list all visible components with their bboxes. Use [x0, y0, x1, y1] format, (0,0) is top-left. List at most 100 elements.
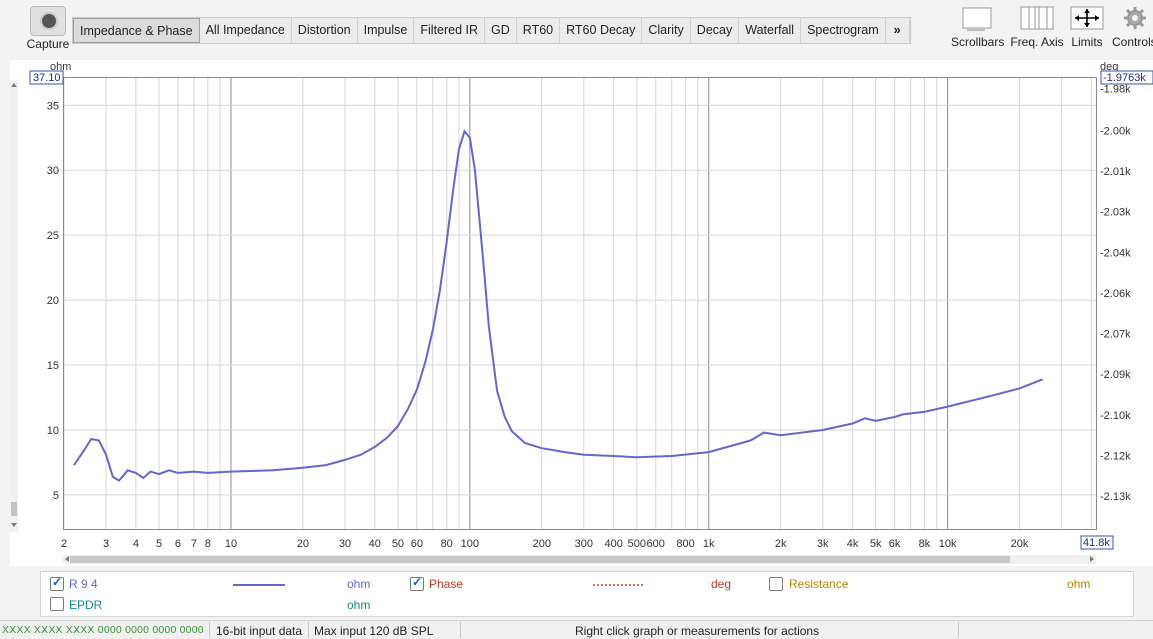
epdr-label[interactable]: EPDR	[69, 598, 102, 612]
hint-status: Right click graph or measurements for ac…	[575, 624, 820, 638]
tab-rt60[interactable]: RT60	[517, 18, 561, 43]
y2-tick-label: -2.13k	[1100, 491, 1131, 503]
x-tick-label: 60	[411, 538, 423, 550]
y2-tick-label: -1.98k	[1100, 83, 1131, 95]
x-tick-label: 3	[103, 538, 109, 550]
freq-axis-icon	[1020, 6, 1054, 30]
tab-waterfall[interactable]: Waterfall	[739, 18, 802, 43]
x-tick-label: 200	[533, 538, 551, 550]
x-tick-label: 8	[205, 538, 211, 550]
x-tick-label: 5	[156, 538, 162, 550]
x-tick-label: 5k	[870, 538, 882, 550]
x-tick-label: 600	[647, 538, 665, 550]
gear-icon	[1124, 7, 1146, 29]
tab-spectrogram[interactable]: Spectrogram	[801, 18, 886, 43]
limits-label: Limits	[1071, 35, 1103, 49]
r94-unit: ohm	[347, 577, 371, 591]
x-tick-label: 6	[175, 538, 181, 550]
tab-rt60-decay[interactable]: RT60 Decay	[560, 18, 643, 43]
more-tabs-button[interactable]: »	[886, 18, 910, 43]
tab-all-impedance[interactable]: All Impedance	[200, 18, 292, 43]
y2-tick-label: -2.12k	[1100, 450, 1131, 462]
r94-label[interactable]: R 9 4	[69, 577, 98, 591]
max-input-status: Max input 120 dB SPL	[314, 624, 434, 638]
y2-tick-label: -2.04k	[1100, 247, 1131, 259]
x-tick-label: 2	[61, 538, 67, 550]
scrollbars-icon	[962, 7, 992, 31]
phase-swatch	[593, 584, 645, 586]
freq-axis-button[interactable]: Freq. Axis	[1009, 6, 1065, 49]
x-tick-label: 800	[676, 538, 694, 550]
x-tick-label: 100	[461, 538, 479, 550]
freq-axis-label: Freq. Axis	[1010, 35, 1064, 49]
phase-label[interactable]: Phase	[429, 577, 463, 591]
y2-tick-label: -2.09k	[1100, 369, 1131, 381]
y2-tick-label: -2.10k	[1100, 410, 1131, 422]
left-top-limit-value: 37.10	[33, 72, 61, 84]
tab-impulse[interactable]: Impulse	[358, 18, 415, 43]
x-tick-label: 7	[191, 538, 197, 550]
x-tick-label: 20	[297, 538, 309, 550]
x-tick-label: 50	[392, 538, 404, 550]
x-tick-label: 4k	[847, 538, 859, 550]
x-tick-label: 1k	[703, 538, 715, 550]
tab-gd[interactable]: GD	[485, 18, 517, 43]
y2-tick-label: -2.00k	[1100, 125, 1131, 137]
x-tick-label: 40	[369, 538, 381, 550]
y-tick-label: 35	[47, 100, 59, 112]
y2-tick-label: -2.01k	[1100, 166, 1131, 178]
resistance-label[interactable]: Resistance	[789, 577, 848, 591]
x-tick-label: 80	[441, 538, 453, 550]
resistance-unit: ohm	[1067, 577, 1091, 591]
impedance-phase-chart[interactable]: 3530252015105 -1.98k-2.00k-2.01k-2.03k-2…	[10, 60, 1153, 566]
tab-impedance-phase[interactable]: Impedance & Phase	[73, 18, 200, 43]
x-tick-label: 3k	[817, 538, 829, 550]
limits-icon	[1070, 6, 1104, 30]
impedance-series-line	[73, 129, 1044, 482]
r94-checkbox[interactable]	[50, 575, 64, 591]
measurement-legend: R 9 4 ohm Phase deg Resistance ohm EPDR …	[40, 571, 1134, 617]
y-tick-label: 20	[47, 295, 59, 307]
tab-distortion[interactable]: Distortion	[292, 18, 358, 43]
scrollbars-button[interactable]: Scrollbars	[951, 6, 1005, 49]
input-bits-status: 16-bit input data	[216, 624, 303, 638]
tab-decay[interactable]: Decay	[691, 18, 740, 43]
x-tick-label: 300	[575, 538, 593, 550]
vertical-scrollbar[interactable]	[10, 80, 18, 532]
scrollbars-label: Scrollbars	[951, 35, 1005, 49]
x-tick-label: 10k	[939, 538, 957, 550]
controls-button[interactable]: Controls	[1112, 6, 1153, 49]
x-tick-label: 30	[339, 538, 351, 550]
epdr-checkbox[interactable]	[50, 597, 64, 611]
graph-panel[interactable]: 35 30 25 20 15 10 5 -1.98k -2.00k -2.01k -2.03k -2…	[10, 60, 1153, 566]
phase-checkbox[interactable]	[410, 575, 424, 591]
capture-label: Capture	[26, 37, 70, 51]
tab-clarity[interactable]: Clarity	[642, 18, 691, 43]
resistance-checkbox[interactable]	[769, 577, 783, 591]
y2-tick-label: -2.07k	[1100, 329, 1131, 341]
input-level-meters: XXXX XXXX XXXX 0000 0000 0000 0000	[2, 624, 204, 636]
r94-swatch	[233, 584, 285, 586]
y2-tick-label: -2.03k	[1100, 207, 1131, 219]
x-right-limit-value: 41.8k	[1083, 537, 1110, 549]
plot-border	[63, 77, 1097, 530]
x-tick-label: 2k	[775, 538, 787, 550]
x-tick-label: 500	[628, 538, 646, 550]
horizontal-scrollbar[interactable]	[63, 555, 1096, 564]
phase-unit: deg	[711, 577, 732, 591]
limits-button[interactable]: Limits	[1068, 6, 1106, 49]
right-top-limit-value: -1.9763k	[1103, 72, 1146, 84]
y-tick-label: 5	[53, 490, 59, 502]
y-tick-label: 30	[47, 165, 59, 177]
y-tick-label: 15	[47, 360, 59, 372]
tab-filtered-ir[interactable]: Filtered IR	[414, 18, 486, 43]
tab-bar: Impedance & Phase All Impedance Distorti…	[72, 17, 911, 44]
x-tick-label: 20k	[1011, 538, 1029, 550]
x-tick-label: 4	[133, 538, 139, 550]
y-tick-label: 25	[47, 230, 59, 242]
capture-button[interactable]: Capture	[22, 6, 74, 51]
toolbar: Capture Impedance & Phase All Impedance …	[0, 0, 1153, 60]
camera-icon	[30, 6, 66, 36]
x-tick-label: 400	[604, 538, 622, 550]
x-tick-label: 8k	[919, 538, 931, 550]
